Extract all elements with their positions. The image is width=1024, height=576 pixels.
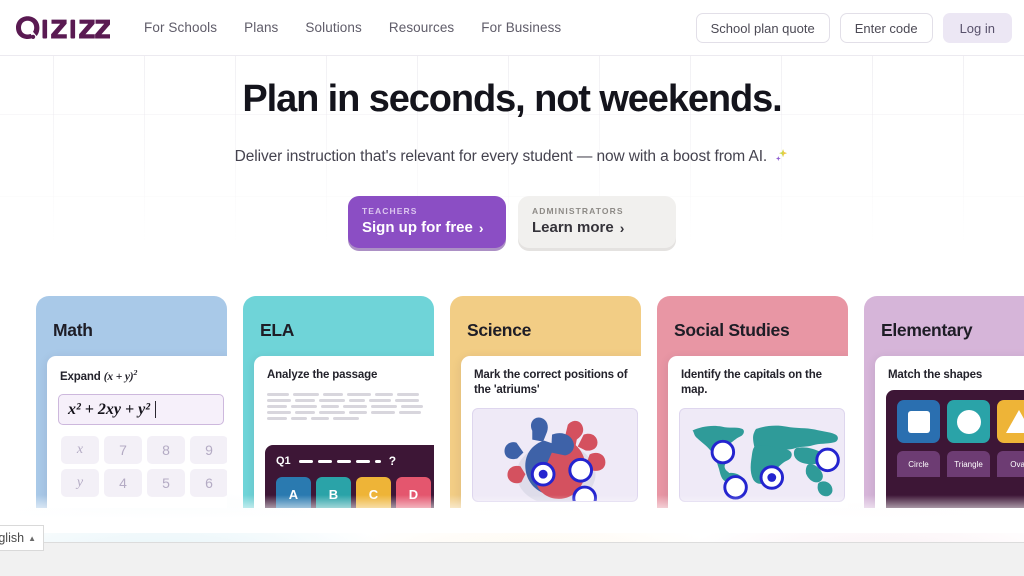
subject-card-social-studies[interactable]: Social Studies Identify the capitals on …	[657, 296, 848, 508]
subject-card-math[interactable]: Math Expand (x + y)2 x² + 2xy + y² x 7 8…	[36, 296, 227, 508]
shape-tile-triangle[interactable]	[997, 400, 1024, 443]
question-mark: ?	[388, 454, 397, 468]
page-title: Plan in seconds, not weekends.	[242, 78, 782, 120]
header-actions: School plan quote Enter code Log in	[695, 0, 1012, 56]
heart-diagram	[472, 407, 638, 502]
shape-label[interactable]: Circle	[897, 451, 940, 477]
subject-card-science[interactable]: Science Mark the correct positions of th…	[450, 296, 641, 508]
keypad-key[interactable]: 4	[104, 469, 142, 498]
math-worksheet: Expand (x + y)2 x² + 2xy + y² x 7 8 9 y …	[47, 356, 227, 508]
main-nav: For Schools Plans Solutions Resources Fo…	[144, 20, 561, 35]
elementary-prompt: Match the shapes	[888, 369, 983, 381]
circle-icon	[956, 409, 981, 434]
card-title-math: Math	[53, 320, 93, 340]
language-selector[interactable]: glish ▲	[0, 525, 44, 551]
subtitle-text: Deliver instruction that's relevant for …	[234, 148, 768, 165]
answer-option[interactable]: A	[276, 477, 311, 508]
keypad-key[interactable]: 5	[147, 469, 185, 498]
chevron-up-icon: ▲	[28, 533, 36, 543]
keypad-key[interactable]: y	[61, 469, 99, 498]
shape-tile-square[interactable]	[897, 400, 940, 443]
enter-code-button[interactable]: Enter code	[839, 13, 933, 43]
question-placeholder-dash	[317, 459, 332, 463]
answer-option[interactable]: D	[396, 477, 431, 508]
world-map	[679, 407, 845, 502]
ela-worksheet: Analyze the passage Q1 ? A B C D	[254, 356, 434, 508]
nav-item-for-schools[interactable]: For Schools	[144, 20, 217, 35]
ela-prompt: Analyze the passage	[267, 369, 378, 381]
chevron-right-icon: ›	[619, 219, 625, 236]
keypad-key[interactable]: 9	[190, 436, 227, 465]
keypad-key[interactable]: 7	[104, 436, 142, 465]
elementary-worksheet: Match the shapes Circle Triangle Oval	[875, 356, 1024, 508]
card-title-social-studies: Social Studies	[674, 320, 790, 340]
math-prompt-prefix: Expand	[60, 370, 104, 383]
square-icon	[907, 410, 930, 433]
ai-sparkle-icon	[774, 148, 789, 168]
chevron-right-icon: ›	[478, 219, 484, 236]
cta-group: TEACHERS Sign up for free › ADMINISTRATO…	[0, 196, 1024, 248]
administrators-learn-more-cta[interactable]: ADMINISTRATORS Learn more ›	[518, 196, 676, 248]
ela-question-panel: Q1 ? A B C D	[265, 445, 434, 508]
bottom-status-bar	[0, 542, 1024, 576]
card-title-elementary: Elementary	[881, 320, 973, 340]
administrators-cta-kicker: ADMINISTRATORS	[532, 206, 624, 216]
site-header: For Schools Plans Solutions Resources Fo…	[0, 0, 1024, 56]
text-caret	[155, 401, 157, 419]
nav-item-resources[interactable]: Resources	[389, 20, 454, 35]
question-placeholder-dash	[336, 459, 351, 463]
shape-tile-circle[interactable]	[947, 400, 990, 443]
ela-answer-options: A B C D	[276, 477, 434, 508]
teachers-cta-label: Sign up for free	[362, 219, 473, 236]
question-number: Q1	[276, 455, 291, 467]
shape-tiles	[897, 400, 1024, 443]
log-in-button[interactable]: Log in	[942, 13, 1012, 43]
science-worksheet: Mark the correct positions of the 'atriu…	[461, 356, 641, 508]
social-studies-worksheet: Identify the capitals on the map.	[668, 356, 848, 508]
keypad-key[interactable]: 8	[147, 436, 185, 465]
question-placeholder-dash	[298, 459, 313, 463]
answer-option[interactable]: C	[356, 477, 391, 508]
question-placeholder-dash	[374, 459, 381, 463]
math-expr-base: (x + y)	[103, 370, 134, 383]
subject-cards-carousel: Math Expand (x + y)2 x² + 2xy + y² x 7 8…	[36, 296, 1024, 508]
question-placeholder-dash	[355, 459, 370, 463]
page-subtitle: Deliver instruction that's relevant for …	[0, 148, 1024, 168]
math-prompt: Expand (x + y)2	[47, 368, 227, 385]
school-plan-quote-button[interactable]: School plan quote	[695, 13, 830, 43]
keypad-key[interactable]: x	[61, 436, 99, 465]
math-answer-value: x² + 2xy + y²	[68, 400, 151, 418]
teachers-cta-label-row: Sign up for free ›	[362, 219, 506, 236]
social-studies-prompt: Identify the capitals on the map.	[681, 369, 822, 397]
math-keypad: x 7 8 9 y 4 5 6	[61, 436, 227, 498]
card-title-science: Science	[467, 320, 532, 340]
passage-placeholder-lines	[267, 393, 429, 421]
shape-matching-panel: Circle Triangle Oval	[886, 390, 1024, 508]
nav-item-plans[interactable]: Plans	[244, 20, 278, 35]
shape-labels: Circle Triangle Oval	[897, 451, 1024, 477]
science-prompt: Mark the correct positions of the 'atriu…	[474, 369, 628, 397]
card-title-ela: ELA	[260, 320, 295, 340]
quizizz-logo[interactable]	[14, 15, 110, 41]
teachers-cta-kicker: TEACHERS	[362, 206, 418, 216]
triangle-icon	[1005, 410, 1024, 433]
teachers-signup-cta[interactable]: TEACHERS Sign up for free ›	[348, 196, 506, 248]
ela-question-row: Q1 ?	[276, 454, 434, 468]
administrators-cta-label: Learn more	[532, 219, 614, 236]
nav-item-solutions[interactable]: Solutions	[305, 20, 361, 35]
subject-card-elementary[interactable]: Elementary Match the shapes Circle Trian…	[864, 296, 1024, 508]
nav-item-for-business[interactable]: For Business	[481, 20, 561, 35]
math-answer-input[interactable]: x² + 2xy + y²	[58, 394, 224, 426]
administrators-cta-label-row: Learn more ›	[532, 219, 676, 236]
subject-card-ela[interactable]: ELA Analyze the passage Q1 ? A B C D	[243, 296, 434, 508]
math-expr-exponent: 2	[133, 368, 138, 377]
answer-option[interactable]: B	[316, 477, 351, 508]
math-prompt-expression: (x + y)2	[103, 368, 138, 383]
shape-label[interactable]: Triangle	[947, 451, 990, 477]
page-root: For Schools Plans Solutions Resources Fo…	[0, 0, 1024, 576]
keypad-key[interactable]: 6	[190, 469, 227, 498]
shape-label[interactable]: Oval	[997, 451, 1024, 477]
language-label: glish	[0, 531, 25, 545]
